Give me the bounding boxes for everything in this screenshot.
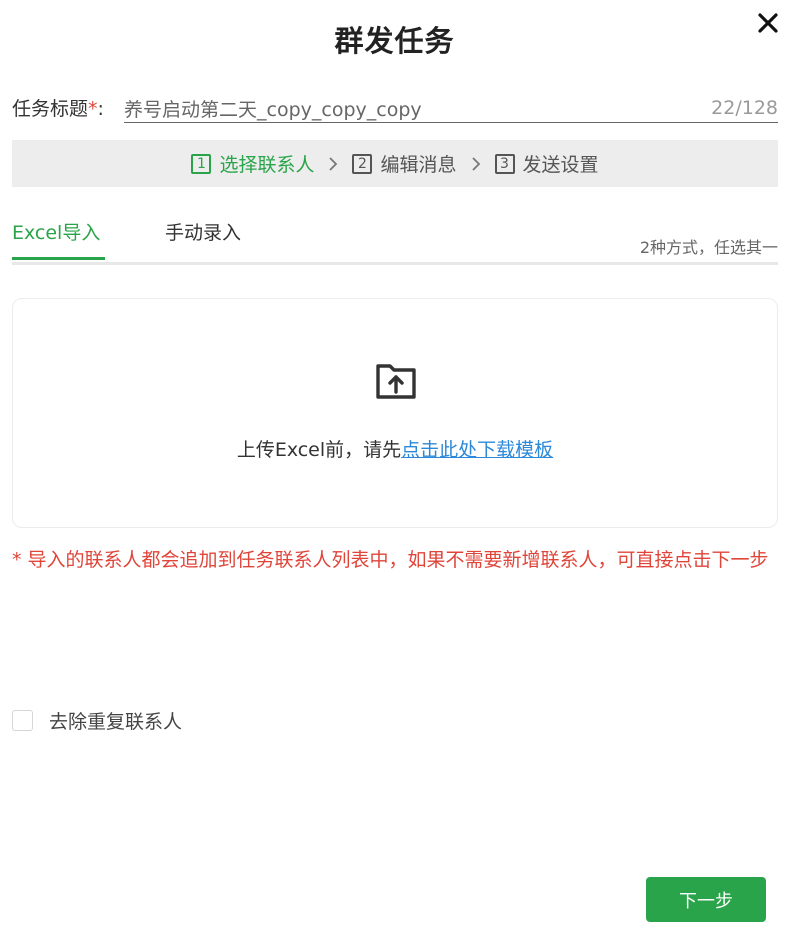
import-warning-text: * 导入的联系人都会追加到任务联系人列表中，如果不需要新增联系人，可直接点击下一… [12, 549, 769, 571]
chevron-right-icon [471, 156, 481, 172]
step-label-3: 发送设置 [522, 154, 599, 176]
task-title-label-text: 任务标题 [12, 98, 89, 120]
dedup-label: 去除重复联系人 [49, 711, 183, 733]
group-send-task-dialog: 群发任务 任务标题*: 22/128 1 选择联系人 2 编辑消息 [0, 0, 789, 939]
active-tab-indicator [12, 257, 105, 260]
upload-text-prefix: 上传Excel前，请先 [236, 439, 402, 461]
import-method-tabs: Excel导入 手动录入 2种方式，任选其一 [12, 214, 778, 265]
required-mark: * [88, 98, 98, 120]
step-number-2: 2 [352, 153, 373, 174]
dialog-title: 群发任务 [334, 24, 455, 58]
step-label-1: 选择联系人 [219, 154, 315, 176]
download-template-link[interactable]: 点击此处下载模板 [401, 439, 553, 461]
next-step-button[interactable]: 下一步 [646, 877, 766, 922]
task-title-input-wrap: 22/128 [124, 94, 778, 123]
close-icon [758, 13, 778, 33]
upload-instructions: 上传Excel前，请先点击此处下载模板 [13, 435, 777, 462]
task-title-colon: : [97, 98, 104, 120]
chevron-right-icon [328, 156, 338, 172]
step-select-contacts: 1 选择联系人 [191, 150, 314, 177]
tabs-hint: 2种方式，任选其一 [639, 238, 778, 257]
step-indicator: 1 选择联系人 2 编辑消息 3 发送设置 [12, 140, 778, 187]
excel-upload-area[interactable]: 上传Excel前，请先点击此处下载模板 [12, 298, 778, 528]
step-label-2: 编辑消息 [380, 154, 457, 176]
step-number-3: 3 [494, 153, 515, 174]
task-title-input[interactable] [124, 94, 684, 122]
tab-manual-entry[interactable]: 手动录入 [165, 218, 241, 258]
task-title-row: 任务标题*: 22/128 [12, 94, 778, 124]
dedup-checkbox[interactable] [12, 710, 33, 731]
folder-upload-icon [376, 364, 416, 399]
tab-excel-import[interactable]: Excel导入 [12, 218, 100, 258]
task-title-label: 任务标题*: [12, 94, 104, 121]
close-button[interactable] [755, 10, 781, 36]
step-send-settings: 3 发送设置 [494, 150, 599, 177]
task-title-char-count: 22/128 [711, 97, 778, 119]
step-edit-message: 2 编辑消息 [352, 150, 457, 177]
step-number-1: 1 [191, 153, 212, 174]
dedup-option: 去除重复联系人 [12, 707, 182, 734]
